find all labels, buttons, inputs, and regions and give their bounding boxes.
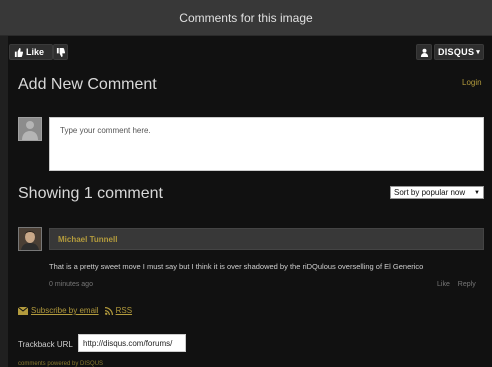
comment-input[interactable]: Type your comment here. [49,117,484,171]
default-avatar [18,117,42,141]
comment-timestamp[interactable]: 0 minutes ago [49,281,93,288]
dislike-button[interactable] [53,44,68,60]
comment-actions: Like Reply [437,281,476,288]
thumbs-up-icon [14,47,23,57]
subscribe-row: Subscribe by email RSS [18,306,132,315]
chevron-down-icon: ▼ [474,189,480,196]
profile-button[interactable] [416,44,432,60]
rss-icon [104,306,113,315]
sort-select[interactable]: Sort by popular now ▼ [390,186,484,199]
thumbs-down-icon [56,47,65,57]
disqus-menu-button[interactable]: DISQUS ▾ [434,44,484,60]
comment-reply-link[interactable]: Reply [458,281,476,288]
user-icon [420,48,429,57]
comment-author-bar: Michael Tunnell [49,228,484,250]
comment-input-placeholder: Type your comment here. [60,126,151,135]
comment-body: That is a pretty sweet move I must say b… [49,262,424,271]
window-title-bar: Comments for this image [0,0,492,36]
comment-author[interactable]: Michael Tunnell [58,235,117,244]
window-title: Comments for this image [179,10,313,25]
commenter-photo [19,228,41,250]
rss-link[interactable]: RSS [116,306,132,315]
chevron-down-icon: ▾ [476,49,481,56]
like-button[interactable]: Like [9,44,53,60]
avatar[interactable] [18,227,42,251]
email-icon [18,306,28,315]
trackback-label: Trackback URL [18,340,73,349]
comment-count-heading: Showing 1 comment [18,185,163,202]
subscribe-email-link[interactable]: Subscribe by email [31,306,99,315]
login-link[interactable]: Login [462,78,482,87]
user-silhouette-icon [19,118,41,140]
trackback-url-field[interactable]: http://disqus.com/forums/ [78,334,186,352]
comment-like-link[interactable]: Like [437,281,450,288]
sort-select-value: Sort by popular now [394,188,466,197]
powered-by-text[interactable]: comments powered by DISQUS [18,361,103,367]
like-button-label: Like [26,47,45,57]
add-comment-heading: Add New Comment [18,76,157,93]
disqus-logo: DISQUS [437,47,475,57]
